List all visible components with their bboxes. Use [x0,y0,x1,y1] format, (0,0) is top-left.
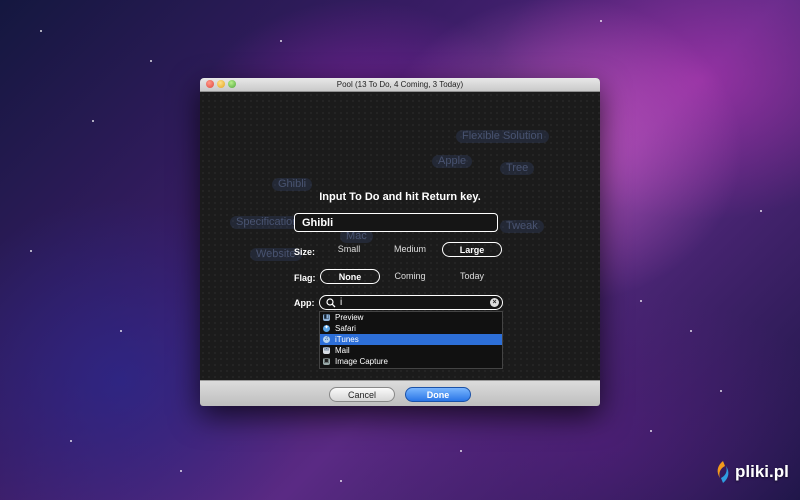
close-window-button[interactable] [206,80,214,88]
background-todo: Flexible Solution [456,130,549,143]
flag-today-option[interactable]: Today [448,269,496,284]
itunes-icon: ♫ [323,336,330,343]
todo-input[interactable]: Ghibli [294,213,498,232]
size-label: Size: [294,247,316,257]
cancel-button[interactable]: Cancel [329,387,395,402]
pool-canvas: Flexible Solution Apple Tree Ghibli Spec… [200,92,600,380]
safari-icon: ✦ [323,325,330,332]
suggestion-safari[interactable]: ✦ Safari [320,323,502,334]
suggestion-preview[interactable]: ◧ Preview [320,312,502,323]
input-prompt: Input To Do and hit Return key. [319,191,481,203]
size-small-option[interactable]: Small [326,242,372,257]
background-todo: Ghibli [272,178,313,191]
mail-icon: ✉ [323,347,330,354]
preview-icon: ◧ [323,314,330,321]
background-todo: Tree [500,162,535,175]
flag-none-option[interactable]: None [320,269,380,284]
app-label: App: [294,298,315,308]
done-button[interactable]: Done [405,387,471,402]
image-capture-icon: ▣ [323,358,330,365]
flag-label: Flag: [294,273,316,283]
search-icon [326,298,336,308]
clear-search-icon[interactable]: × [490,298,499,307]
suggestion-image-capture[interactable]: ▣ Image Capture [320,356,502,367]
minimize-window-button[interactable] [217,80,225,88]
app-search-value: i [340,297,343,308]
window-title: Pool (13 To Do, 4 Coming, 3 Today) [336,80,464,89]
background-todo: Tweak [500,220,544,233]
zoom-window-button[interactable] [228,80,236,88]
watermark-text: pliki.pl [735,462,789,481]
background-todo: Apple [432,155,473,168]
flag-coming-option[interactable]: Coming [386,269,434,284]
suggestion-mail[interactable]: ✉ Mail [320,345,502,356]
button-bar: Cancel Done [200,380,600,406]
app-search-field[interactable]: i × [319,295,503,310]
title-bar[interactable]: Pool (13 To Do, 4 Coming, 3 Today) [200,78,600,92]
size-medium-option[interactable]: Medium [384,242,436,257]
size-large-option[interactable]: Large [442,242,502,257]
pliki-logo-icon [717,461,729,483]
app-suggestion-list: ◧ Preview ✦ Safari ♫ iTunes ✉ Mail ▣ Ima… [319,311,503,369]
pool-window: Pool (13 To Do, 4 Coming, 3 Today) Flexi… [200,78,600,406]
suggestion-itunes[interactable]: ♫ iTunes [320,334,502,345]
